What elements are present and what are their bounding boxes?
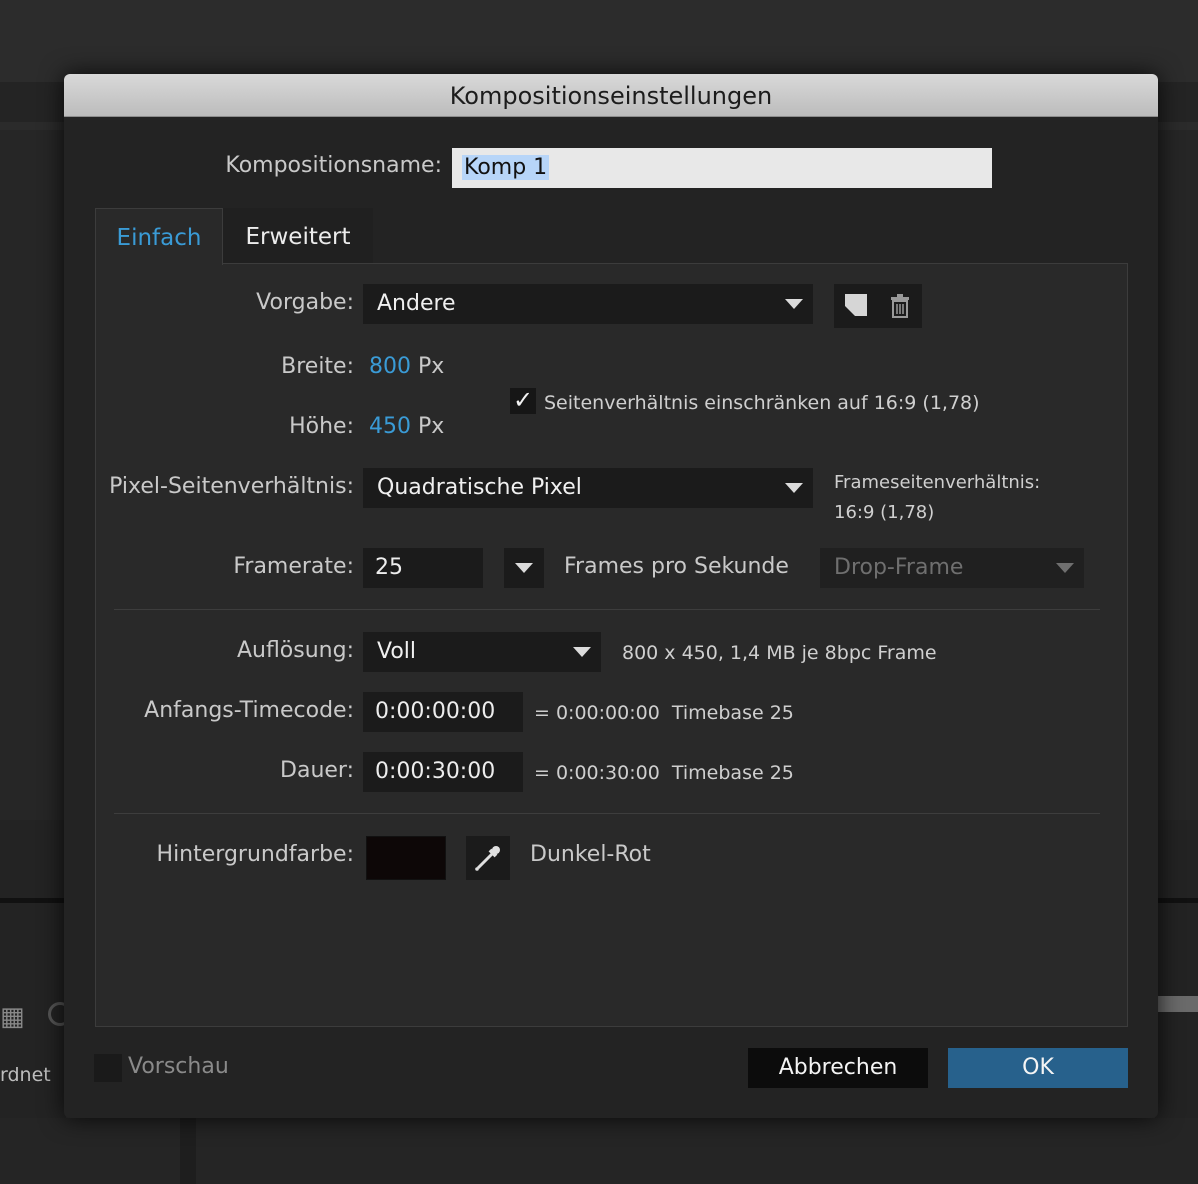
resolution-dropdown[interactable]: Voll [363, 632, 601, 672]
divider [114, 609, 1100, 610]
bgcolor-label: Hintergrundfarbe: [156, 842, 354, 867]
dropdown-caret-icon [573, 647, 591, 657]
height-unit: Px [418, 414, 445, 439]
app-scrollbar[interactable] [1158, 996, 1198, 1012]
width-field: 800 Px [369, 354, 444, 379]
resolution-label: Auflösung: [236, 638, 354, 663]
comp-name-label: Kompositionsname: [225, 153, 442, 178]
dropframe-dropdown[interactable]: Drop-Frame [820, 548, 1084, 588]
framerate-input[interactable]: 25 [363, 548, 483, 588]
composition-settings-dialog: Kompositionseinstellungen Kompositionsna… [64, 74, 1158, 1118]
eyedropper-button[interactable] [466, 836, 510, 880]
lock-aspect-label: Seitenverhältnis einschränken auf 16:9 (… [544, 392, 980, 414]
dropdown-caret-icon [785, 483, 803, 493]
ok-button[interactable]: OK [948, 1048, 1128, 1088]
checkbox-icon[interactable]: ✓ [510, 388, 536, 414]
duration-label: Dauer: [280, 758, 354, 783]
duration-input[interactable]: 0:00:30:00 [363, 752, 523, 792]
app-footer-divider [180, 1118, 196, 1184]
cancel-button[interactable]: Abbrechen [748, 1048, 928, 1088]
dropdown-caret-icon [1056, 563, 1074, 573]
pixel-aspect-label: Pixel-Seitenverhältnis: [109, 474, 354, 499]
preset-value: Andere [377, 291, 456, 316]
bgcolor-name: Dunkel-Rot [530, 842, 651, 867]
app-left-panel [0, 180, 66, 820]
color-swatch[interactable] [366, 836, 446, 880]
divider [114, 813, 1100, 814]
pixel-aspect-dropdown[interactable]: Quadratische Pixel [363, 468, 813, 508]
framerate-label: Framerate: [233, 554, 354, 579]
start-timecode-label: Anfangs-Timecode: [144, 698, 354, 723]
height-field: 450 Px [369, 414, 444, 439]
preset-label: Vorgabe: [256, 290, 354, 315]
duration-info: = 0:00:30:00 Timebase 25 [534, 762, 794, 784]
comp-name-input[interactable]: Komp 1 [452, 148, 992, 188]
tab-einfach[interactable]: Einfach [95, 208, 223, 265]
framerate-dropdown[interactable] [504, 548, 544, 588]
dropdown-caret-icon [785, 299, 803, 309]
dialog-title: Kompositionseinstellungen [64, 74, 1158, 117]
start-timecode-input[interactable]: 0:00:00:00 [363, 692, 523, 732]
pixel-aspect-value: Quadratische Pixel [377, 475, 582, 500]
tab-erweitert[interactable]: Erweitert [223, 208, 373, 263]
app-right-panel [1155, 180, 1198, 820]
height-value[interactable]: 450 [369, 414, 411, 439]
preview-label: Vorschau [128, 1054, 229, 1079]
resolution-value: Voll [377, 639, 417, 664]
start-timecode-info: = 0:00:00:00 Timebase 25 [534, 702, 794, 724]
preview-checkbox[interactable] [94, 1054, 122, 1082]
frame-aspect-label: Frameseitenverhältnis: [834, 472, 1041, 493]
width-label: Breite: [281, 354, 354, 379]
background-partial-label: rdnet [0, 1064, 51, 1086]
framerate-unit: Frames pro Sekunde [564, 554, 789, 579]
save-preset-icon[interactable] [842, 292, 870, 320]
width-unit: Px [418, 354, 445, 379]
width-value[interactable]: 800 [369, 354, 411, 379]
frame-aspect-value: 16:9 (1,78) [834, 502, 935, 523]
comp-name-value: Komp 1 [462, 155, 550, 180]
dropframe-value: Drop-Frame [834, 555, 964, 580]
resolution-info: 800 x 450, 1,4 MB je 8bpc Frame [622, 642, 937, 664]
dropdown-caret-icon [515, 563, 533, 573]
trash-icon[interactable] [886, 292, 914, 320]
eyedropper-icon [475, 846, 500, 871]
preset-dropdown[interactable]: Andere [363, 284, 813, 324]
film-icon[interactable]: ▦ [0, 1002, 25, 1032]
height-label: Höhe: [289, 414, 354, 439]
